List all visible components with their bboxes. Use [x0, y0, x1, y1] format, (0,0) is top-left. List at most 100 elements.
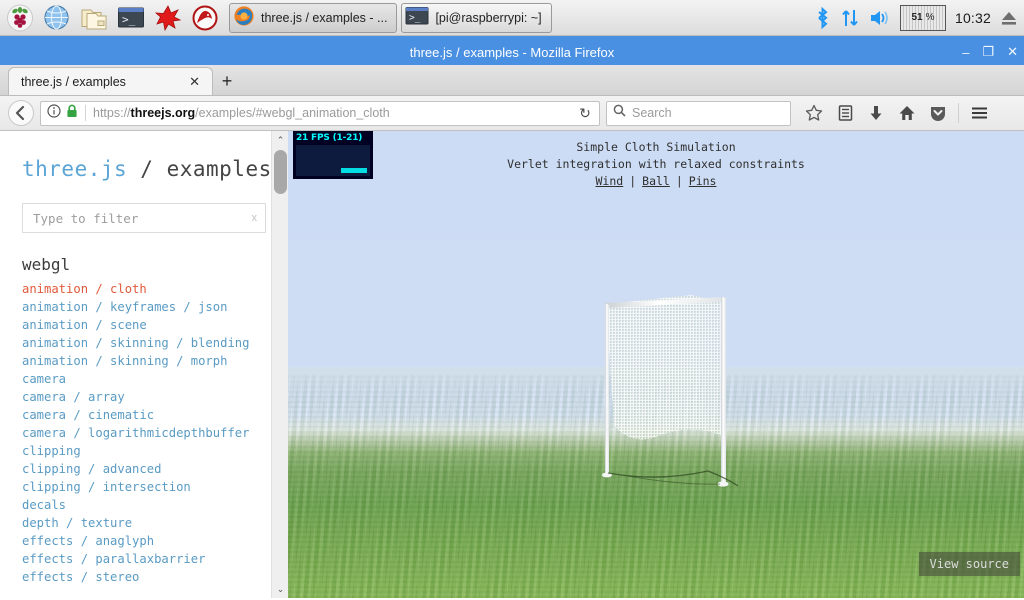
sidebar-example-link[interactable]: decals — [22, 496, 288, 514]
soccer-goal — [588, 286, 758, 487]
scroll-down-arrow-icon[interactable]: ⌄ — [272, 580, 288, 598]
sim-controls: Wind | Ball | Pins — [288, 173, 1024, 190]
back-button[interactable] — [8, 100, 34, 126]
sidebar-example-link[interactable]: animation / skinning / morph — [22, 352, 288, 370]
search-icon — [613, 104, 626, 122]
pins-toggle-link[interactable]: Pins — [689, 174, 717, 188]
sim-title: Simple Cloth Simulation — [576, 140, 736, 154]
taskbar-launchers: >_ — [0, 1, 221, 34]
goal-and-cloth-svg — [602, 295, 739, 487]
downloads-icon[interactable] — [861, 99, 891, 127]
sidebar-example-link[interactable]: effects / anaglyph — [22, 532, 288, 550]
sidebar-example-link[interactable]: clipping / advanced — [22, 460, 288, 478]
sidebar-example-link[interactable]: camera / cinematic — [22, 406, 288, 424]
eject-icon[interactable] — [1000, 8, 1018, 28]
webgl-viewer[interactable]: 21 FPS (1-21) Simple Cloth Simulation Ve… — [288, 131, 1024, 598]
cloth-info-overlay: Simple Cloth Simulation Verlet integrati… — [288, 139, 1024, 190]
url-bar[interactable]: https://threejs.org/examples/#webgl_anim… — [40, 100, 600, 126]
sidebar-example-link[interactable]: animation / scene — [22, 316, 288, 334]
sidebar-group-webgl: webgl — [22, 255, 71, 274]
sidebar-example-link[interactable]: effects / stereo — [22, 568, 288, 586]
terminal-icon[interactable]: >_ — [114, 1, 147, 34]
firefox-icon — [233, 5, 255, 30]
sidebar-example-link[interactable]: camera / array — [22, 388, 288, 406]
cpu-value: 51 — [911, 12, 923, 23]
view-source-button[interactable]: View source — [918, 552, 1020, 576]
cpu-unit: % — [925, 12, 935, 23]
cpu-monitor[interactable]: 51 % — [899, 4, 946, 31]
goal-post-left — [605, 303, 609, 473]
examples-sidebar: three.js / examples Type to filter x web… — [0, 131, 288, 598]
hamburger-menu-icon[interactable] — [964, 99, 994, 127]
cloth-mesh — [606, 295, 708, 440]
filter-clear-icon[interactable]: x — [252, 212, 258, 224]
sidebar-title: three.js / examples — [0, 131, 288, 181]
taskbar: >_ three.js / examples - ... >_ [pi@rasp… — [0, 0, 1024, 36]
maximize-button[interactable]: ❐ — [982, 44, 994, 60]
tab-label: three.js / examples — [21, 74, 126, 89]
filter-input[interactable]: Type to filter x — [22, 203, 266, 233]
sidebar-title-main: three.js — [22, 157, 128, 181]
sidebar-example-link[interactable]: depth / texture — [22, 514, 288, 532]
pocket-icon[interactable] — [923, 99, 953, 127]
volume-icon[interactable] — [869, 7, 891, 29]
tab-threejs-examples[interactable]: three.js / examples ✕ — [8, 67, 213, 95]
toolbar-divider — [958, 103, 959, 123]
navigation-toolbar: https://threejs.org/examples/#webgl_anim… — [0, 96, 1024, 131]
library-icon[interactable] — [830, 99, 860, 127]
sidebar-example-list: animation / cloth animation / keyframes /… — [0, 280, 288, 586]
lock-icon — [66, 104, 78, 123]
filter-placeholder: Type to filter — [33, 210, 139, 226]
network-updown-icon[interactable] — [840, 6, 860, 30]
home-icon[interactable] — [892, 99, 922, 127]
scroll-up-arrow-icon[interactable]: ⌃ — [272, 131, 288, 149]
search-bar[interactable]: Search — [606, 100, 791, 126]
sidebar-title-sep: / — [127, 157, 167, 181]
toolbar-icons — [799, 99, 994, 127]
tab-strip: three.js / examples ✕ + — [0, 65, 1024, 96]
minimize-button[interactable]: – — [962, 45, 969, 60]
sep-2: | — [675, 174, 683, 188]
search-placeholder: Search — [632, 106, 672, 120]
clock[interactable]: 10:32 — [955, 10, 991, 26]
wolfram-icon[interactable] — [188, 1, 221, 34]
globe-browser-icon[interactable] — [40, 1, 73, 34]
terminal-icon: >_ — [405, 6, 429, 29]
taskbar-window-firefox[interactable]: three.js / examples - ... — [229, 2, 398, 33]
sidebar-title-sub: examples — [166, 157, 272, 181]
wind-toggle-link[interactable]: Wind — [596, 174, 624, 188]
sidebar-example-link[interactable]: clipping / intersection — [22, 478, 288, 496]
scrollbar-thumb[interactable] — [274, 150, 287, 194]
mathematica-icon[interactable] — [151, 1, 184, 34]
sidebar-example-link[interactable]: camera — [22, 370, 288, 388]
firefox-window: three.js / examples - Mozilla Firefox – … — [0, 39, 1024, 600]
taskbar-window-firefox-label: three.js / examples - ... — [261, 10, 388, 25]
taskbar-window-terminal[interactable]: >_ [pi@raspberrypi: ~] — [401, 2, 552, 33]
window-title: three.js / examples - Mozilla Firefox — [409, 44, 615, 60]
sidebar-example-link[interactable]: animation / cloth — [22, 280, 288, 298]
new-tab-button[interactable]: + — [213, 67, 241, 95]
back-arrow-icon — [15, 105, 25, 121]
bluetooth-icon[interactable] — [814, 6, 831, 30]
close-button[interactable]: ✕ — [1007, 44, 1018, 60]
bookmark-star-icon[interactable] — [799, 99, 829, 127]
page-info-icon[interactable] — [47, 103, 61, 123]
file-manager-icon[interactable] — [77, 1, 110, 34]
window-controls: – ❐ ✕ — [962, 39, 1018, 65]
sidebar-example-link[interactable]: clipping — [22, 442, 288, 460]
sidebar-example-link[interactable]: camera / logarithmicdepthbuffer — [22, 424, 288, 442]
ball-toggle-link[interactable]: Ball — [642, 174, 670, 188]
reload-button[interactable]: ↻ — [575, 105, 595, 122]
sep-1: | — [629, 174, 637, 188]
system-tray: 51 % 10:32 — [814, 4, 1024, 31]
sidebar-example-link[interactable]: animation / skinning / blending — [22, 334, 288, 352]
sidebar-example-link[interactable]: animation / keyframes / json — [22, 298, 288, 316]
sim-subtitle: Verlet integration with relaxed constrai… — [507, 157, 805, 171]
sidebar-scrollbar[interactable]: ⌃ ⌄ — [271, 131, 288, 598]
tab-close-icon[interactable]: ✕ — [183, 74, 206, 90]
taskbar-window-terminal-label: [pi@raspberrypi: ~] — [435, 10, 542, 25]
goal-post-right — [721, 297, 726, 482]
raspberry-menu-icon[interactable] — [3, 1, 36, 34]
svg-text:>_: >_ — [409, 13, 421, 24]
sidebar-example-link[interactable]: effects / parallaxbarrier — [22, 550, 288, 568]
